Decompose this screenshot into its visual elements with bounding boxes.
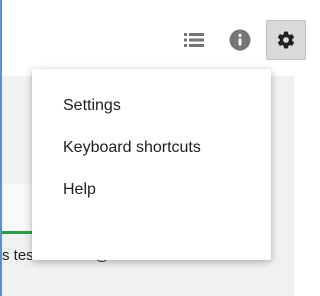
menu-item-keyboard-shortcuts[interactable]: Keyboard shortcuts: [32, 128, 271, 168]
progress-indicator: [2, 231, 32, 234]
info-icon: [229, 29, 251, 51]
gear-icon: [277, 31, 295, 49]
settings-dropdown-menu: Settings Keyboard shortcuts Help: [32, 69, 271, 260]
list-view-button[interactable]: [174, 20, 214, 60]
settings-gear-button[interactable]: [266, 20, 306, 60]
menu-item-settings[interactable]: Settings: [32, 86, 271, 126]
toolbar: [2, 0, 306, 76]
info-button[interactable]: [220, 20, 260, 60]
list-icon: [184, 33, 204, 47]
menu-item-help[interactable]: Help: [32, 170, 271, 210]
background-card: [2, 184, 32, 230]
